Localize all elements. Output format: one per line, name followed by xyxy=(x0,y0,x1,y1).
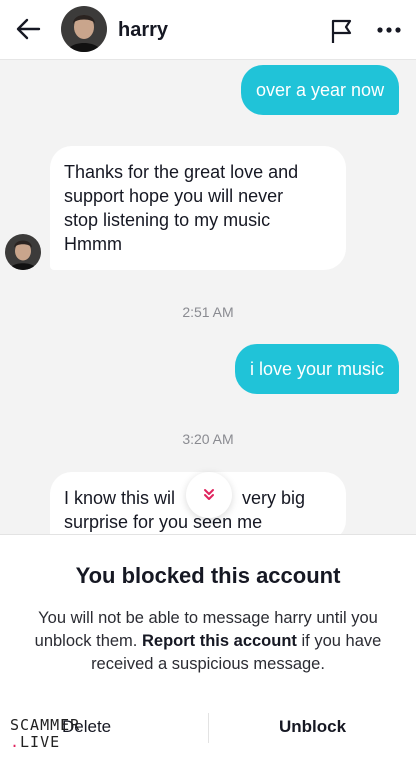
message-line: very big xyxy=(242,488,306,508)
avatar[interactable] xyxy=(61,6,107,52)
unblock-button[interactable]: Unblock xyxy=(209,707,416,747)
arrow-left-icon xyxy=(16,18,41,40)
sender-avatar[interactable] xyxy=(5,234,41,270)
message-bubble-sent[interactable]: over a year now xyxy=(241,65,400,115)
report-button[interactable] xyxy=(328,17,356,45)
scroll-to-bottom-button[interactable] xyxy=(186,472,232,518)
message-timestamp: 3:20 AM xyxy=(182,431,234,447)
watermark-dot: . xyxy=(10,733,21,751)
double-chevron-down-icon xyxy=(204,489,214,500)
message-line: stop listening to my music xyxy=(64,210,271,230)
back-button[interactable] xyxy=(14,14,44,44)
message-text: i love your music xyxy=(250,359,385,379)
panel-description: You will not be able to message harry un… xyxy=(20,607,396,676)
message-text: over a year now xyxy=(256,80,385,100)
watermark: SCAMMER .LIVE xyxy=(10,717,80,751)
watermark-line2: LIVE xyxy=(20,733,61,751)
report-account-link[interactable]: Report this account xyxy=(142,632,297,650)
chat-header: harry xyxy=(0,0,416,60)
message-line: Hmmm xyxy=(64,234,122,254)
message-line: I know this wil xyxy=(64,488,176,508)
panel-title: You blocked this account xyxy=(75,563,341,588)
chat-username[interactable]: harry xyxy=(118,19,168,42)
message-timestamp: 2:51 AM xyxy=(182,304,234,320)
more-horizontal-icon xyxy=(377,27,401,33)
message-bubble-received[interactable]: Thanks for the great love and support ho… xyxy=(50,146,346,270)
more-options-button[interactable] xyxy=(376,20,404,40)
flag-icon xyxy=(331,19,352,43)
message-bubble-sent[interactable]: i love your music xyxy=(235,344,400,394)
message-line: support hope you will never xyxy=(64,186,284,206)
message-line: Thanks for the great love and xyxy=(64,162,299,182)
watermark-line1: SCAMMER xyxy=(10,716,81,734)
